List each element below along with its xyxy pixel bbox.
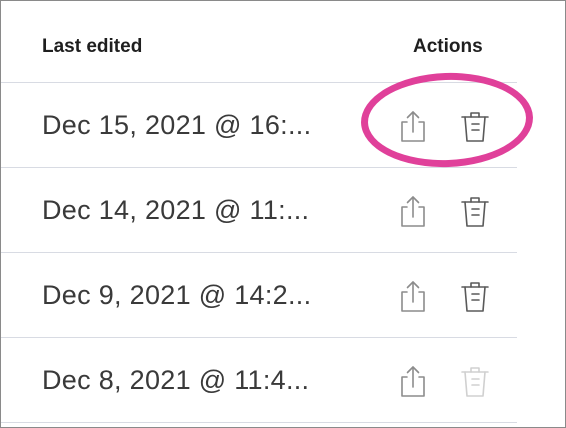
table-row[interactable]: Dec 14, 2021 @ 11:... [1,168,517,253]
table-header: Last edited Actions [1,1,517,83]
row-last-edited: Dec 14, 2021 @ 11:... [42,195,310,225]
table-row[interactable]: Dec 9, 2021 @ 14:2... [1,253,517,338]
trash-icon[interactable] [459,108,491,144]
table-row[interactable]: Dec 15, 2021 @ 16:... [1,83,517,168]
share-icon[interactable] [397,108,429,144]
share-icon[interactable] [397,278,429,314]
row-last-edited: Dec 15, 2021 @ 16:... [42,110,312,140]
row-last-edited: Dec 9, 2021 @ 14:2... [42,280,312,310]
row-last-edited: Dec 8, 2021 @ 11:4... [42,365,310,395]
trash-icon[interactable] [459,193,491,229]
column-header-actions: Actions [413,36,483,57]
trash-icon[interactable] [459,278,491,314]
share-icon[interactable] [397,363,429,399]
trash-icon [459,363,491,399]
share-icon[interactable] [397,193,429,229]
column-header-last-edited: Last edited [42,36,143,57]
table-row[interactable]: Dec 8, 2021 @ 11:4... [1,338,517,423]
table-frame: Last edited Actions Dec 15, 2021 @ 16:..… [0,0,566,428]
